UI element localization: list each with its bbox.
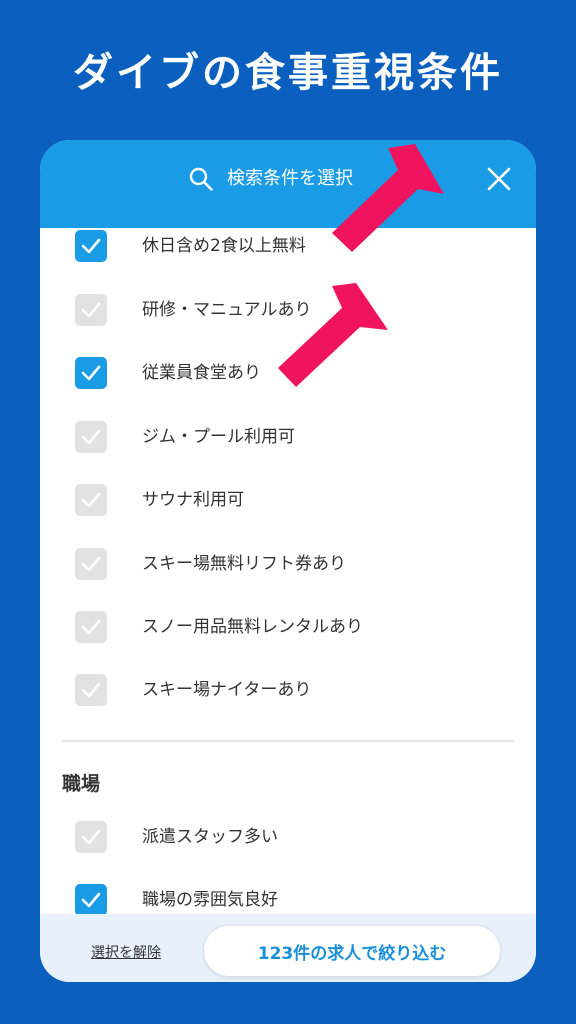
option-row[interactable]: ジム・プール利用可 xyxy=(40,421,536,467)
option-label: 派遣スタッフ多い xyxy=(142,827,278,847)
option-label: スキー場ナイターあり xyxy=(142,680,312,700)
option-checkbox[interactable] xyxy=(75,294,107,326)
checkmark-icon xyxy=(81,238,101,254)
option-row[interactable]: スノー用品無料レンタルあり xyxy=(40,611,536,657)
option-label: スキー場無料リフト券あり xyxy=(142,554,346,574)
option-checkbox[interactable] xyxy=(75,884,107,914)
checkmark-icon xyxy=(81,492,101,508)
promo-title: ダイブの食事重視条件 xyxy=(73,50,503,96)
pointer-arrow-icon xyxy=(332,144,444,252)
checkmark-icon xyxy=(81,892,101,908)
checkmark-icon xyxy=(81,302,101,318)
modal-header: 検索条件を選択 xyxy=(40,140,536,228)
filter-submit-button[interactable]: 123件の求人で絞り込む xyxy=(204,926,500,976)
pointer-arrow-icon xyxy=(278,283,388,387)
option-checkbox[interactable] xyxy=(75,230,107,262)
option-checkbox[interactable] xyxy=(75,421,107,453)
option-label: 従業員食堂あり xyxy=(142,363,261,383)
search-icon xyxy=(189,167,213,191)
section-heading-workplace: 職場 xyxy=(62,773,101,795)
checkmark-icon xyxy=(81,829,101,845)
option-row[interactable]: サウナ利用可 xyxy=(40,484,536,530)
option-checkbox[interactable] xyxy=(75,484,107,516)
option-label: 職場の雰囲気良好 xyxy=(142,890,278,910)
option-label: ジム・プール利用可 xyxy=(142,427,295,447)
checkmark-icon xyxy=(81,365,101,381)
close-icon[interactable] xyxy=(485,165,513,193)
option-row[interactable]: 職場の雰囲気良好 xyxy=(40,884,536,914)
checkmark-icon xyxy=(81,619,101,635)
option-checkbox[interactable] xyxy=(75,548,107,580)
option-checkbox[interactable] xyxy=(75,611,107,643)
checkmark-icon xyxy=(81,682,101,698)
checkmark-icon xyxy=(81,556,101,572)
option-checkbox[interactable] xyxy=(75,674,107,706)
search-conditions-modal: 検索条件を選択 休日含め2食以上無料 研修・マニュアルあり 従業員食堂あり ジム… xyxy=(40,140,536,982)
modal-footer: 選択を解除 123件の求人で絞り込む xyxy=(40,914,536,982)
section-divider xyxy=(62,740,514,742)
option-label: サウナ利用可 xyxy=(142,490,244,510)
checkmark-icon xyxy=(81,429,101,445)
clear-selection-link[interactable]: 選択を解除 xyxy=(91,942,161,962)
option-checkbox[interactable] xyxy=(75,821,107,853)
option-label: スノー用品無料レンタルあり xyxy=(142,617,363,637)
option-row[interactable]: 休日含め2食以上無料 xyxy=(40,230,536,276)
option-row[interactable]: 派遣スタッフ多い xyxy=(40,821,536,867)
option-label: 休日含め2食以上無料 xyxy=(142,236,306,256)
option-checkbox[interactable] xyxy=(75,357,107,389)
option-row[interactable]: スキー場無料リフト券あり xyxy=(40,548,536,594)
option-row[interactable]: スキー場ナイターあり xyxy=(40,674,536,720)
